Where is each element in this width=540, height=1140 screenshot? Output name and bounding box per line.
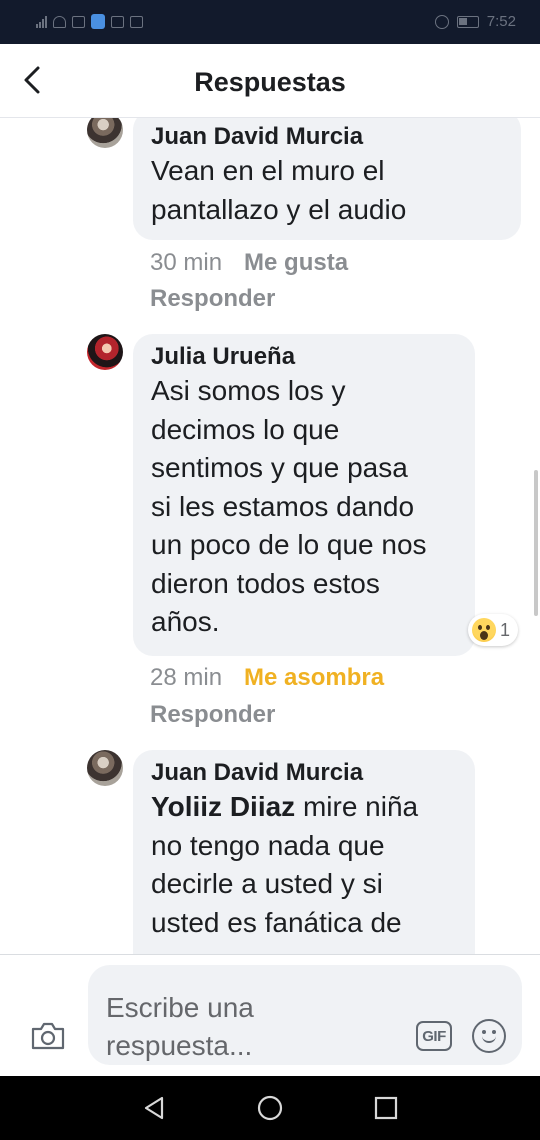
reply-composer: Escribe una respuesta... GIF [0, 954, 540, 1076]
reply-button[interactable]: Responder [150, 700, 275, 730]
mention-link[interactable]: Yoliiz Diiaz [151, 791, 295, 822]
status-bar: 7:52 [0, 0, 540, 44]
gif-button[interactable]: GIF [416, 1021, 452, 1051]
comment-bubble[interactable]: Juan David Murcia Yoliiz Diiaz mire niña… [133, 750, 475, 954]
shield-app-icon [91, 14, 105, 29]
comment-text: Vean en el muro el pantallazo y el audio [151, 155, 407, 225]
reaction-summary[interactable]: 1 [468, 614, 519, 646]
comment-bubble[interactable]: Julia Urueña Asi somos los y decimos lo … [133, 334, 475, 656]
status-right-icons: 7:52 [434, 13, 516, 30]
nav-home-button[interactable] [256, 1094, 284, 1122]
recents-square-icon [374, 1096, 398, 1120]
comment-bubble[interactable]: Juan David Murcia Vean en el muro el pan… [133, 118, 521, 240]
nav-recents-button[interactable] [372, 1094, 400, 1122]
comment-text: Yoliiz Diiaz mire niña no tengo nada que… [151, 788, 457, 942]
status-left-icons [36, 14, 143, 29]
facebook-icon [130, 15, 143, 28]
signal-icon [36, 15, 47, 28]
camera-icon [31, 1022, 65, 1050]
comment-author[interactable]: Julia Urueña [151, 342, 457, 372]
mail-icon [72, 15, 85, 28]
avatar[interactable] [87, 750, 123, 786]
replies-list[interactable]: Juan David Murcia Vean en el muro el pan… [0, 118, 540, 954]
reaction-count: 1 [500, 619, 511, 640]
reaction-button[interactable]: Me asombra [244, 664, 384, 691]
nav-back-button[interactable] [140, 1094, 168, 1122]
comment-time: 30 min [150, 249, 223, 276]
battery-icon [456, 15, 479, 28]
emoji-icon[interactable] [472, 1019, 506, 1053]
reply-button[interactable]: Responder [150, 284, 275, 314]
camera-button[interactable] [30, 1021, 66, 1051]
comment-time: 28 min [150, 664, 223, 691]
reply-input-placeholder: Escribe una respuesta... [106, 992, 254, 1061]
gallery-icon [111, 15, 124, 28]
back-triangle-icon [144, 1096, 164, 1120]
reply-input[interactable]: Escribe una respuesta... GIF [88, 965, 522, 1065]
like-button[interactable]: Me gusta [244, 249, 348, 276]
comment-meta: 30 min Me gusta [150, 248, 348, 278]
alarm-icon [434, 14, 449, 29]
status-time: 7:52 [486, 13, 516, 30]
comment-text: Asi somos los y decimos lo que sentimos … [151, 375, 427, 637]
header: Respuestas [0, 44, 540, 118]
wow-emoji-icon [472, 618, 496, 642]
scrollbar[interactable] [534, 470, 538, 616]
comment-author[interactable]: Juan David Murcia [151, 758, 457, 788]
home-circle-icon [257, 1095, 283, 1121]
comment-author[interactable]: Juan David Murcia [151, 122, 503, 152]
avatar[interactable] [87, 118, 123, 148]
system-nav-bar [0, 1076, 540, 1140]
wifi-icon [53, 15, 66, 28]
comment-meta: 28 min Me asombra [150, 663, 384, 693]
avatar[interactable] [87, 334, 123, 370]
page-title: Respuestas [194, 67, 346, 97]
